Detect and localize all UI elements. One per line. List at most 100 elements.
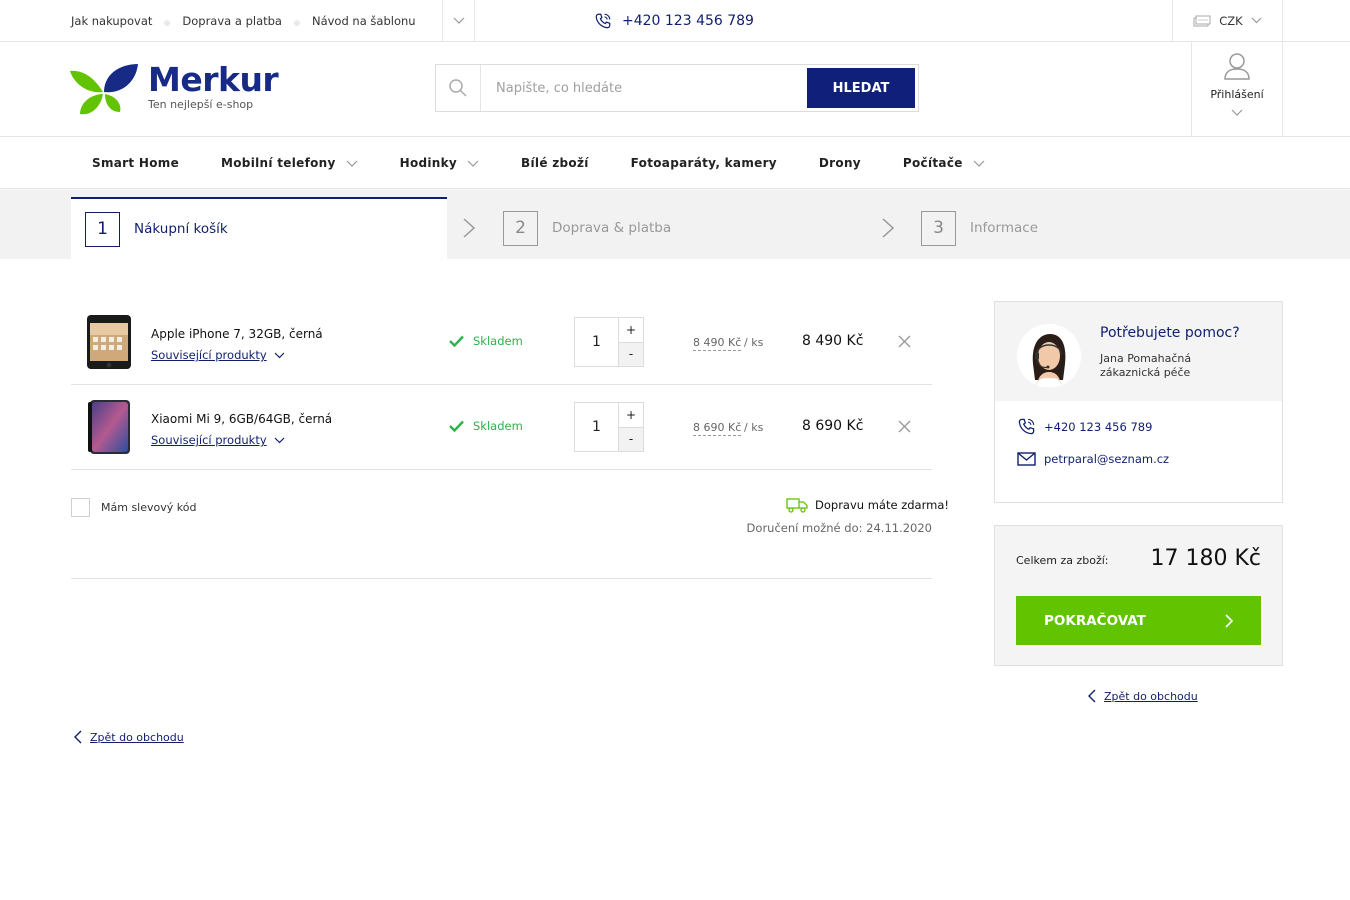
quantity-minus-button[interactable]: - — [619, 427, 643, 451]
quantity-value[interactable]: 1 — [575, 318, 619, 366]
nav-item-smart-home[interactable]: Smart Home — [92, 156, 179, 170]
quantity-minus-button[interactable]: - — [619, 342, 643, 366]
quantity-stepper: 1 + - — [574, 402, 644, 452]
help-phone[interactable]: +420 123 456 789 — [1017, 417, 1152, 436]
top-phone[interactable]: +420 123 456 789 — [594, 0, 754, 41]
back-to-shop-link[interactable]: Zpět do obchodu — [1088, 689, 1198, 703]
chevron-left-icon — [74, 730, 82, 744]
quantity-stepper: 1 + - — [574, 317, 644, 367]
continue-button[interactable]: POKRAČOVAT — [1016, 596, 1261, 645]
order-summary: Celkem za zboží: 17 180 Kč POKRAČOVAT — [994, 525, 1283, 666]
step-label: Informace — [970, 220, 1039, 236]
summary-total: 17 180 Kč — [1150, 546, 1262, 571]
chevron-right-icon — [463, 218, 475, 238]
product-name[interactable]: Xiaomi Mi 9, 6GB/64GB, černá — [151, 412, 332, 426]
chevron-down-icon — [1231, 109, 1243, 116]
cart-row: Xiaomi Mi 9, 6GB/64GB, černá Související… — [71, 385, 932, 470]
step-information[interactable]: 3 Informace — [921, 197, 1038, 259]
header: Merkur Ten nejlepší e-shop HLEDAT Přihlá… — [0, 42, 1350, 137]
stock-status: Skladem — [449, 419, 523, 433]
step-label: Nákupní košík — [134, 221, 228, 237]
unit-suffix: / ks — [744, 421, 764, 434]
line-total: 8 690 Kč — [802, 418, 864, 434]
check-icon — [449, 420, 464, 432]
chevron-down-icon — [973, 160, 985, 167]
truck-icon — [786, 498, 808, 513]
logo-tagline: Ten nejlepší e-shop — [148, 98, 254, 111]
chevron-down-icon — [274, 437, 285, 443]
stock-status: Skladem — [449, 334, 523, 348]
cart-row: Apple iPhone 7, 32GB, černá Související … — [71, 300, 932, 385]
phone-icon — [595, 13, 611, 28]
nav-item-mobile-phones[interactable]: Mobilní telefony — [221, 156, 358, 170]
support-avatar — [1017, 324, 1081, 388]
product-name[interactable]: Apple iPhone 7, 32GB, černá — [151, 327, 323, 341]
quantity-plus-button[interactable]: + — [619, 318, 643, 343]
currency-select[interactable]: CZK — [1172, 0, 1283, 41]
logo-name: Merkur — [148, 60, 279, 99]
checkout-steps: 1 Nákupní košík 2 Doprava & platba 3 Inf… — [0, 190, 1350, 259]
unit-price: 8 690 Kč — [693, 421, 742, 436]
chevron-right-icon — [882, 218, 894, 238]
top-bar: Jak nakupovat Doprava a platba Návod na … — [0, 0, 1350, 42]
support-role: zákaznická péče — [1100, 366, 1191, 379]
top-phone-number: +420 123 456 789 — [622, 12, 754, 29]
main-nav: Smart Home Mobilní telefony Hodinky Bílé… — [0, 137, 1350, 189]
remove-item-icon[interactable] — [898, 335, 911, 348]
step-cart[interactable]: 1 Nákupní košík — [71, 197, 447, 259]
divider — [71, 578, 932, 579]
money-icon — [1193, 15, 1211, 26]
butterfly-logo-icon — [70, 64, 138, 115]
top-link-template-guide[interactable]: Návod na šablonu — [312, 14, 416, 28]
more-links-toggle[interactable] — [442, 0, 475, 41]
phone-icon — [1018, 418, 1035, 435]
top-link-shipping-payment[interactable]: Doprava a platba — [182, 14, 282, 28]
discount-label: Mám slevový kód — [101, 501, 197, 514]
separator-dot — [164, 19, 171, 26]
discount-checkbox[interactable] — [71, 498, 90, 517]
user-icon — [1224, 53, 1250, 80]
chevron-down-icon — [467, 160, 479, 167]
top-links: Jak nakupovat Doprava a platba Návod na … — [71, 0, 416, 41]
unit-price: 8 490 Kč — [693, 336, 742, 351]
related-products-link[interactable]: Související produkty — [151, 348, 285, 362]
separator-dot — [293, 19, 300, 26]
back-to-shop-link[interactable]: Zpět do obchodu — [74, 730, 184, 744]
unit-suffix: / ks — [744, 336, 764, 349]
check-icon — [449, 335, 464, 347]
nav-item-watches[interactable]: Hodinky — [400, 156, 479, 170]
search-button[interactable]: HLEDAT — [807, 68, 915, 108]
delivery-date: Doručení možné do: 24.11.2020 — [746, 521, 932, 535]
support-name: Jana Pomahačná — [1100, 352, 1192, 365]
currency-label: CZK — [1219, 13, 1243, 28]
step-number: 2 — [503, 210, 538, 246]
search-input[interactable] — [481, 66, 807, 110]
remove-item-icon[interactable] — [898, 420, 911, 433]
top-link-how-to-buy[interactable]: Jak nakupovat — [71, 14, 152, 28]
summary-label: Celkem za zboží: — [1016, 554, 1109, 567]
nav-item-computers[interactable]: Počítače — [903, 156, 985, 170]
help-email[interactable]: petrparal@seznam.cz — [1017, 452, 1169, 466]
chevron-down-icon — [346, 160, 358, 167]
chevron-down-icon — [274, 352, 285, 358]
step-shipping-payment[interactable]: 2 Doprava & platba — [503, 197, 671, 259]
login-label: Přihlášení — [1210, 88, 1264, 101]
logo[interactable]: Merkur Ten nejlepší e-shop — [70, 60, 279, 116]
nav-item-appliances[interactable]: Bílé zboží — [521, 156, 589, 170]
nav-item-cameras[interactable]: Fotoaparáty, kamery — [631, 156, 777, 170]
product-image-xiaomi[interactable] — [86, 399, 132, 455]
chevron-right-icon — [1225, 613, 1233, 628]
related-products-link[interactable]: Související produkty — [151, 433, 285, 447]
free-shipping-notice: Dopravu máte zdarma! — [786, 497, 949, 513]
chevron-left-icon — [1088, 689, 1096, 703]
quantity-value[interactable]: 1 — [575, 403, 619, 451]
mail-icon — [1017, 452, 1036, 466]
login-button[interactable]: Přihlášení — [1191, 42, 1283, 137]
step-label: Doprava & platba — [552, 220, 672, 236]
search-icon[interactable] — [436, 65, 481, 111]
product-image-iphone[interactable] — [86, 314, 132, 370]
chevron-down-icon — [453, 17, 464, 24]
quantity-plus-button[interactable]: + — [619, 403, 643, 428]
nav-item-drones[interactable]: Drony — [819, 156, 861, 170]
discount-code-toggle[interactable]: Mám slevový kód — [71, 498, 196, 517]
